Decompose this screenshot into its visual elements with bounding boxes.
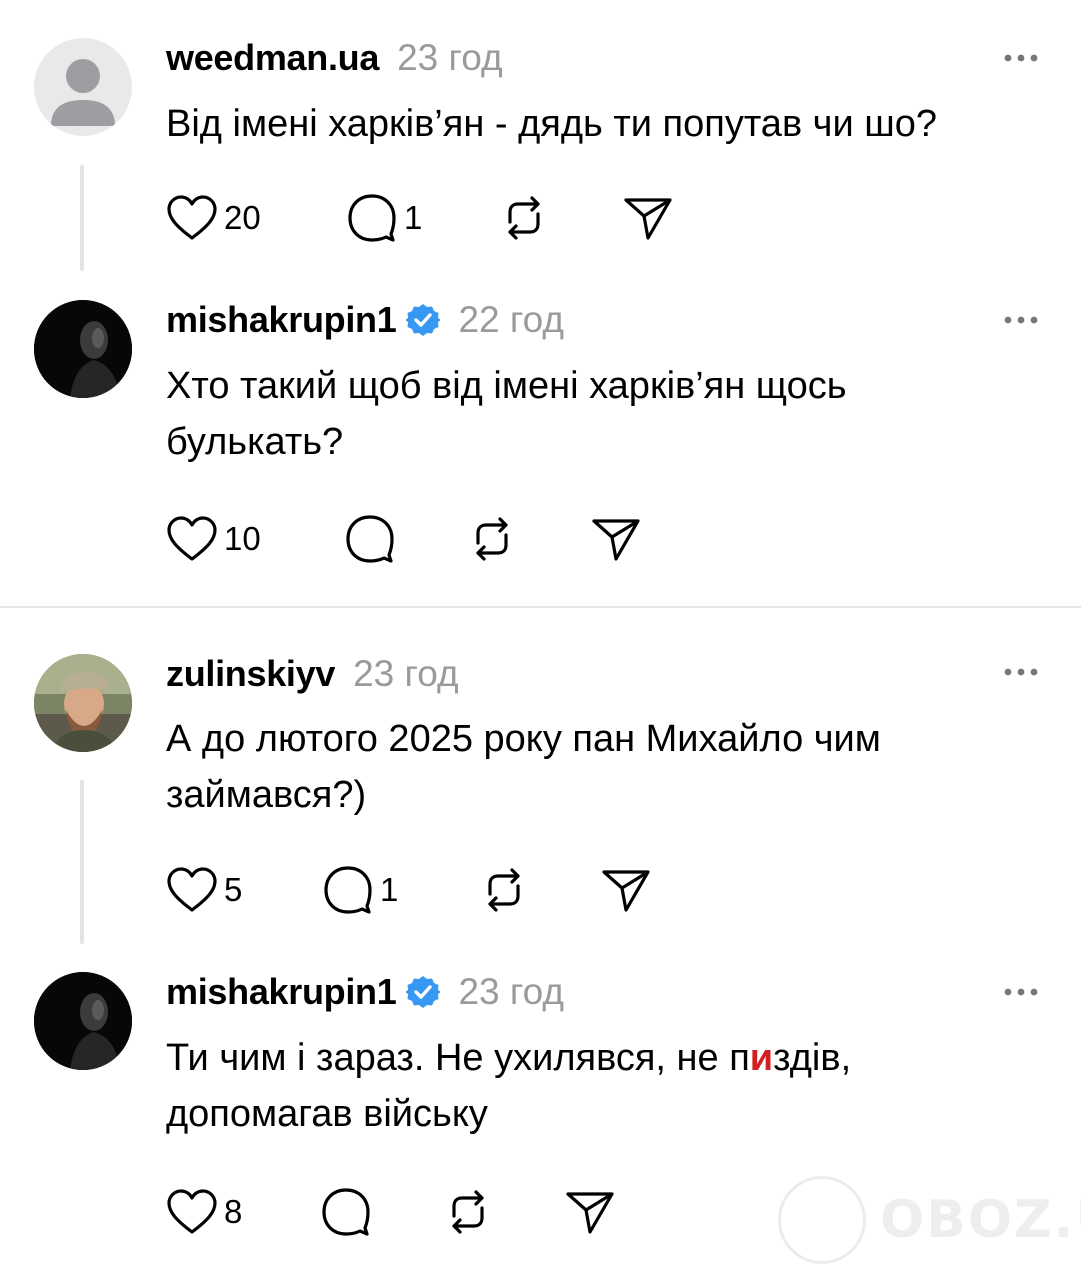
reply-button[interactable]: 1 xyxy=(346,190,422,246)
timestamp: 22 год xyxy=(458,299,564,340)
like-button[interactable]: 10 xyxy=(166,511,261,567)
reply-count: 1 xyxy=(404,199,423,236)
timestamp: 23 год xyxy=(458,971,564,1012)
send-icon xyxy=(566,1192,614,1234)
like-count: 5 xyxy=(224,871,243,908)
comment-header: mishakrupin1 23 год xyxy=(166,968,564,1016)
heart-icon xyxy=(167,195,217,240)
reply-button[interactable] xyxy=(344,511,396,567)
share-button[interactable] xyxy=(600,862,652,918)
thread-line xyxy=(80,165,84,271)
comment-bubble-icon xyxy=(346,515,394,563)
watermark-text: OBOZ.UA xyxy=(880,1190,1081,1250)
more-dots-icon[interactable] xyxy=(1003,664,1039,680)
share-button[interactable] xyxy=(590,511,642,567)
thread-divider xyxy=(0,606,1081,608)
comment-text-part: Ти чим і зараз. Не ухилявся, не п xyxy=(166,1037,750,1079)
comment-bubble-icon xyxy=(324,866,372,914)
repost-icon xyxy=(476,517,508,561)
username[interactable]: weedman.ua xyxy=(166,37,379,79)
watermark: OBOZ.UA xyxy=(778,1172,1081,1268)
like-count: 8 xyxy=(224,1193,243,1230)
comment-text: Від імені харків’ян - дядь ти попутав чи… xyxy=(166,103,938,145)
comment-header: zulinskiyv 23 год xyxy=(166,650,459,698)
send-icon xyxy=(592,519,640,561)
like-button[interactable]: 8 xyxy=(166,1184,242,1240)
username[interactable]: mishakrupin1 xyxy=(166,971,397,1013)
heart-icon xyxy=(167,1189,217,1234)
watermark-logo-icon xyxy=(778,1176,866,1264)
heart-icon xyxy=(167,516,217,561)
timestamp: 23 год xyxy=(353,653,459,694)
reply-count: 1 xyxy=(380,871,399,908)
repost-button[interactable] xyxy=(498,190,550,246)
avatar-photo[interactable] xyxy=(34,654,132,752)
repost-icon xyxy=(508,196,540,240)
like-button[interactable]: 20 xyxy=(166,190,261,246)
repost-button[interactable] xyxy=(442,1184,494,1240)
like-count: 10 xyxy=(224,520,261,557)
like-button[interactable]: 5 xyxy=(166,862,242,918)
send-icon xyxy=(602,870,650,912)
reply-button[interactable]: 1 xyxy=(322,862,398,918)
avatar-photo[interactable] xyxy=(34,972,132,1070)
avatar-photo[interactable] xyxy=(34,300,132,398)
reply-button[interactable] xyxy=(320,1184,372,1240)
username[interactable]: zulinskiyv xyxy=(166,653,335,695)
share-button[interactable] xyxy=(622,190,674,246)
heart-icon xyxy=(167,867,217,912)
timestamp: 23 год xyxy=(397,37,503,78)
verified-badge-icon xyxy=(406,976,441,1008)
comment-header: weedman.ua 23 год xyxy=(166,34,503,82)
comment-header: mishakrupin1 22 год xyxy=(166,296,564,344)
avatar-placeholder[interactable] xyxy=(34,38,132,136)
comment-text: Ти чим і зараз. Не ухилявся, не пиздів, … xyxy=(166,1030,956,1142)
comment-bubble-icon xyxy=(322,1188,370,1236)
repost-icon xyxy=(452,1190,484,1234)
more-dots-icon[interactable] xyxy=(1003,984,1039,1000)
like-count: 20 xyxy=(224,199,261,236)
redacted-letter: и xyxy=(749,1037,774,1079)
send-icon xyxy=(624,198,672,240)
comment-text: Хто такий щоб від імені харків’ян щось б… xyxy=(166,365,847,463)
verified-badge-icon xyxy=(406,304,441,336)
comment-bubble-icon xyxy=(348,194,396,242)
comment-text: А до лютого 2025 року пан Михайло чим за… xyxy=(166,718,881,816)
repost-button[interactable] xyxy=(466,511,518,567)
repost-icon xyxy=(488,868,520,912)
thread-line xyxy=(80,780,84,944)
username[interactable]: mishakrupin1 xyxy=(166,299,397,341)
more-dots-icon[interactable] xyxy=(1003,312,1039,328)
more-dots-icon[interactable] xyxy=(1003,50,1039,66)
repost-button[interactable] xyxy=(478,862,530,918)
share-button[interactable] xyxy=(564,1184,616,1240)
